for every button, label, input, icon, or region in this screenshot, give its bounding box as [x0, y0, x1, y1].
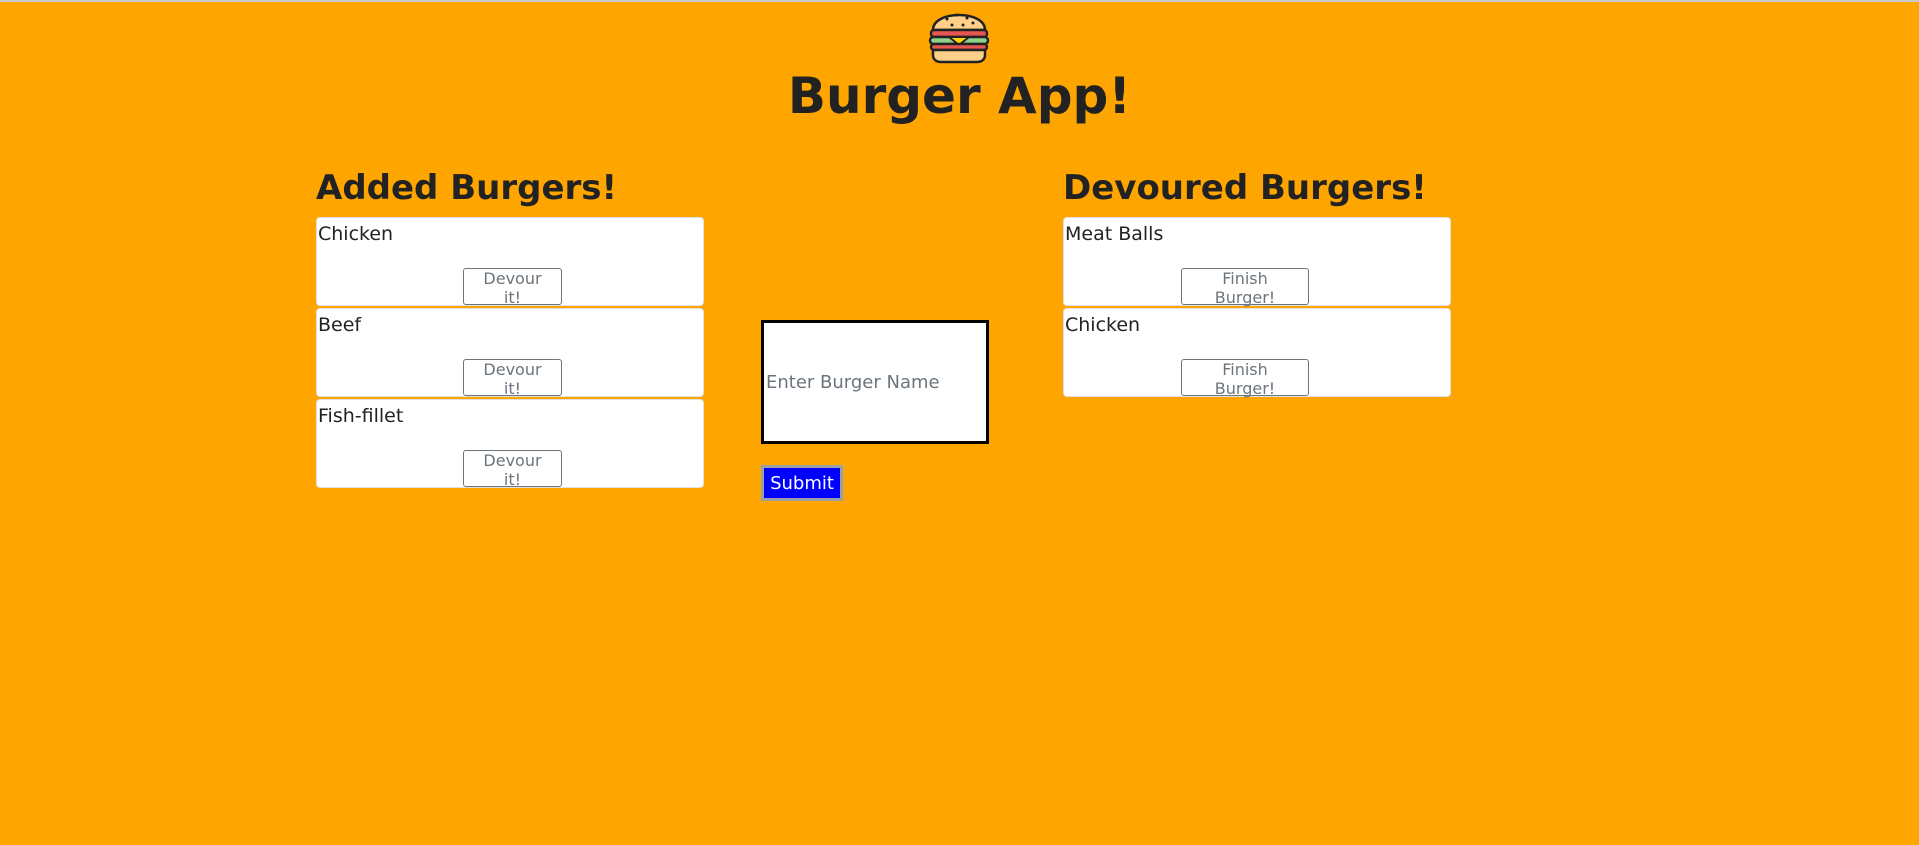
top-border: [0, 0, 1919, 2]
devour-button[interactable]: Devour it!: [463, 359, 562, 398]
finish-burger-button[interactable]: Finish Burger!: [1181, 359, 1309, 398]
burger-card-added: Chicken Devour it!: [316, 217, 704, 307]
page-title: Burger App!: [787, 67, 1132, 125]
burger-name: Meat Balls: [1065, 223, 1164, 245]
burger-name: Beef: [318, 314, 362, 336]
devour-button[interactable]: Devour it!: [463, 450, 562, 489]
burger-card-devoured: Chicken Finish Burger!: [1063, 308, 1451, 398]
submit-button[interactable]: Submit: [761, 465, 843, 501]
added-burgers-heading: Added Burgers!: [316, 168, 618, 208]
devour-button[interactable]: Devour it!: [463, 268, 562, 307]
burger-card-added: Fish-fillet Devour it!: [316, 399, 704, 489]
burger-name-input[interactable]: [761, 320, 989, 444]
burger-name: Chicken: [318, 223, 394, 245]
burger-card-added: Beef Devour it!: [316, 308, 704, 398]
burger-name: Fish-fillet: [318, 405, 404, 427]
burger-name: Chicken: [1065, 314, 1141, 336]
burger-card-devoured: Meat Balls Finish Burger!: [1063, 217, 1451, 307]
devoured-burgers-heading: Devoured Burgers!: [1063, 168, 1427, 208]
burger-icon: [928, 13, 990, 64]
finish-burger-button[interactable]: Finish Burger!: [1181, 268, 1309, 307]
